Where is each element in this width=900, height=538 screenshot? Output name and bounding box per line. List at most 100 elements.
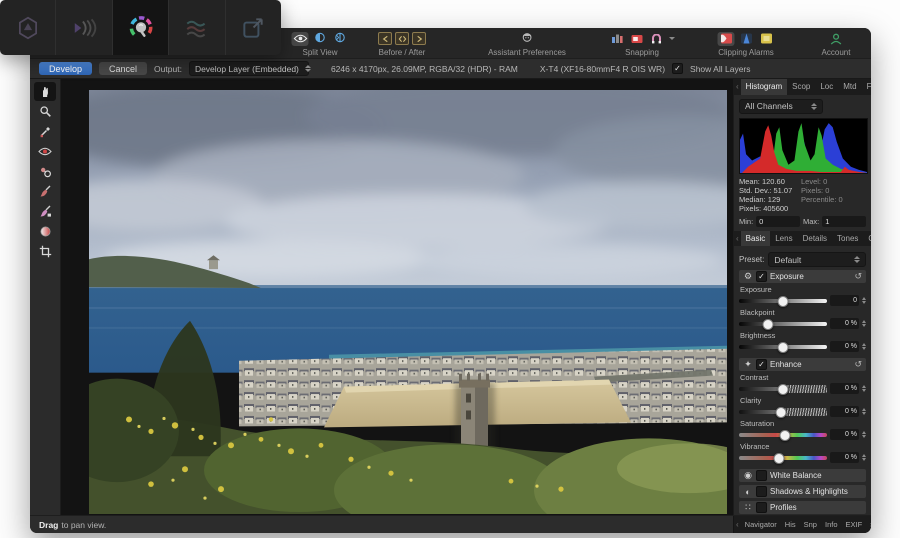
persona-develop[interactable] (113, 0, 169, 55)
tab-snapshots[interactable]: Snp (800, 516, 821, 533)
shadows-highlights-checkbox[interactable] (756, 486, 767, 497)
clip-saturation-button[interactable] (758, 32, 775, 46)
tab-focus[interactable]: Focus (862, 79, 871, 95)
exposure-slider[interactable] (739, 299, 827, 303)
contrast-slider[interactable] (739, 387, 827, 391)
stepper[interactable] (862, 454, 866, 461)
white-balance-tool[interactable] (34, 122, 56, 141)
overlay-paint-tool[interactable] (34, 182, 56, 201)
preset-dropdown[interactable]: Default (768, 252, 866, 267)
slider-handle[interactable] (778, 296, 789, 307)
canvas[interactable] (61, 79, 733, 515)
brightness-slider[interactable] (739, 345, 827, 349)
clarity-slider[interactable] (739, 410, 827, 414)
stepper[interactable] (862, 320, 866, 327)
tab-scope[interactable]: Scop (787, 79, 815, 95)
min-input[interactable]: 0 (756, 216, 800, 227)
white-balance-section-header[interactable]: ◉ White Balance (739, 469, 866, 482)
exposure-value[interactable]: 0 (830, 295, 859, 306)
tab-exif[interactable]: EXIF (842, 516, 867, 533)
split-view-single-button[interactable] (292, 32, 309, 46)
split-view-mirror-button[interactable] (332, 32, 349, 46)
persona-export[interactable] (226, 0, 281, 55)
tab-details[interactable]: Details (798, 231, 832, 247)
show-all-layers-checkbox[interactable]: ✓ (672, 63, 683, 74)
slider-handle[interactable] (779, 430, 790, 441)
panel-menu-icon[interactable]: ≡ (866, 516, 871, 533)
tab-location[interactable]: Loc (815, 79, 838, 95)
blackpoint-slider[interactable] (739, 322, 827, 326)
blackpoint-value[interactable]: 0 % (830, 318, 859, 329)
slider-handle[interactable] (773, 453, 784, 464)
clarity-value[interactable]: 0 % (830, 406, 859, 417)
blemish-removal-tool[interactable] (34, 162, 56, 181)
develop-button[interactable]: Develop (39, 62, 92, 75)
profiles-section-header[interactable]: ∷ Profiles (739, 501, 866, 514)
enhance-section-header[interactable]: ✦ ✓ Enhance ↺ (739, 358, 866, 371)
saturation-value[interactable]: 0 % (830, 429, 859, 440)
stepper[interactable] (862, 385, 866, 392)
split-view-split-button[interactable] (312, 32, 329, 46)
crop-tool[interactable] (34, 242, 56, 261)
exposure-section-header[interactable]: ⚙ ✓ Exposure ↺ (739, 270, 866, 283)
exposure-checkbox[interactable]: ✓ (756, 271, 767, 282)
assistant-button[interactable] (519, 32, 536, 46)
zoom-tool[interactable] (34, 102, 56, 121)
snapping-toggle-button[interactable] (628, 32, 645, 46)
output-dropdown[interactable]: Develop Layer (Embedded) (189, 61, 309, 76)
overlay-gradient-tool[interactable] (34, 222, 56, 241)
vibrance-value[interactable]: 0 % (830, 452, 859, 463)
cancel-button[interactable]: Cancel (99, 62, 147, 75)
reset-icon[interactable]: ↺ (854, 271, 862, 282)
before-after-both-button[interactable] (395, 32, 409, 45)
persona-tone-mapping[interactable] (169, 0, 225, 55)
profiles-checkbox[interactable] (756, 502, 767, 513)
slider-handle[interactable] (776, 407, 787, 418)
tab-basic[interactable]: Basic (741, 231, 771, 247)
white-balance-checkbox[interactable] (756, 470, 767, 481)
contrast-value[interactable]: 0 % (830, 383, 859, 394)
view-tool[interactable] (34, 82, 56, 101)
saturation-slider[interactable] (739, 433, 827, 437)
tab-history[interactable]: His (781, 516, 800, 533)
slider-label: Vibrance (740, 442, 866, 451)
snapping-dropdown-button[interactable] (668, 32, 676, 46)
tab-tones[interactable]: Tones (832, 231, 863, 247)
enhance-checkbox[interactable]: ✓ (756, 359, 767, 370)
reset-icon[interactable]: ↺ (854, 359, 862, 370)
persona-photo[interactable] (0, 0, 56, 55)
slider-handle[interactable] (763, 319, 774, 330)
before-after-left-button[interactable] (378, 32, 392, 45)
slider-handle[interactable] (778, 384, 789, 395)
before-after-right-button[interactable] (412, 32, 426, 45)
max-input[interactable]: 1 (822, 216, 866, 227)
stepper[interactable] (862, 431, 866, 438)
tab-navigator[interactable]: Navigator (741, 516, 781, 533)
red-eye-removal-tool[interactable] (34, 142, 56, 161)
shadows-highlights-section-header[interactable]: ◐ Shadows & Highlights (739, 485, 866, 498)
stepper[interactable] (862, 408, 866, 415)
brightness-value[interactable]: 0 % (830, 341, 859, 352)
account-button[interactable] (828, 32, 845, 46)
collapse-chevron-icon[interactable]: ‹ (734, 231, 741, 247)
stepper[interactable] (862, 343, 866, 350)
stepper[interactable] (862, 297, 866, 304)
clarity-slider-row: 0 % (739, 406, 866, 417)
overlay-erase-tool[interactable] (34, 202, 56, 221)
tab-histogram[interactable]: Histogram (741, 79, 787, 95)
tab-info[interactable]: Info (821, 516, 842, 533)
slider-handle[interactable] (778, 342, 789, 353)
tab-lens[interactable]: Lens (770, 231, 797, 247)
snapping-magnet-button[interactable] (648, 32, 665, 46)
clip-shadows-button[interactable] (718, 32, 735, 46)
persona-liquify[interactable] (56, 0, 112, 55)
vibrance-slider[interactable] (739, 456, 827, 460)
tab-overlays[interactable]: Overlays (863, 231, 871, 247)
collapse-chevron-icon[interactable]: ‹ (734, 79, 741, 95)
tab-metadata[interactable]: Mtd (838, 79, 861, 95)
channels-dropdown[interactable]: All Channels (739, 99, 823, 114)
clip-highlights-button[interactable] (738, 32, 755, 46)
preset-row: Preset: Default (739, 252, 866, 267)
snapping-candidates-button[interactable] (608, 32, 625, 46)
collapse-chevron-icon[interactable]: ‹ (734, 516, 741, 533)
